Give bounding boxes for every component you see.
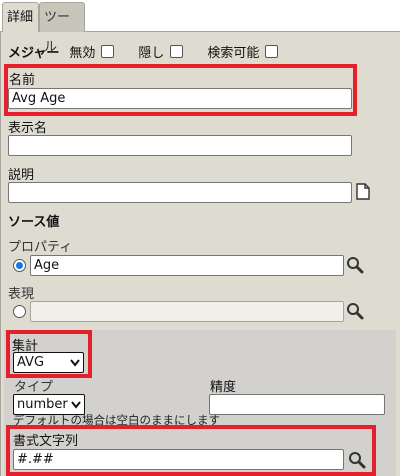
display-name-input[interactable] xyxy=(8,135,352,156)
expression-radio[interactable] xyxy=(13,305,26,318)
searchable-checkbox[interactable] xyxy=(265,44,279,58)
measure-options-row: メジャー 無効 隠し 検索可能 xyxy=(8,42,279,61)
description-label: 説明 xyxy=(8,168,35,183)
hidden-label: 隠し xyxy=(138,45,165,61)
document-icon[interactable] xyxy=(356,183,370,200)
display-name-label: 表示名 xyxy=(8,121,48,136)
format-string-label: 書式文字列 xyxy=(13,434,79,449)
searchable-label: 検索可能 xyxy=(207,45,260,61)
hidden-checkbox[interactable] xyxy=(170,44,184,58)
name-label: 名前 xyxy=(9,73,36,88)
property-label: プロパティ xyxy=(8,240,73,255)
tab-details[interactable]: 詳細 xyxy=(2,2,39,32)
aggregate-select[interactable]: AVG xyxy=(13,352,84,373)
property-input[interactable]: Age xyxy=(30,255,344,276)
tab-tools[interactable]: ツール xyxy=(39,2,85,55)
expression-search-icon[interactable] xyxy=(346,302,364,320)
chevron-down-icon xyxy=(70,359,80,367)
expression-input[interactable] xyxy=(30,301,344,322)
type-label: タイプ xyxy=(14,380,54,395)
chevron-down-icon xyxy=(71,401,81,409)
aggregate-select-value: AVG xyxy=(17,355,45,370)
name-input[interactable]: Avg Age xyxy=(8,88,352,109)
expression-label: 表現 xyxy=(8,287,35,302)
measure-label: メジャー xyxy=(8,45,60,61)
disabled-checkbox[interactable] xyxy=(101,44,115,58)
format-string-input[interactable]: #.## xyxy=(13,449,344,470)
property-search-icon[interactable] xyxy=(346,256,364,274)
precision-input[interactable] xyxy=(209,394,385,415)
property-radio[interactable] xyxy=(13,259,26,272)
source-value-heading: ソース値 xyxy=(8,215,60,230)
precision-label: 精度 xyxy=(210,380,237,395)
disabled-label: 無効 xyxy=(69,45,96,61)
format-string-search-icon[interactable] xyxy=(348,451,366,469)
type-select-value: number xyxy=(17,397,68,412)
description-input[interactable] xyxy=(8,182,352,203)
